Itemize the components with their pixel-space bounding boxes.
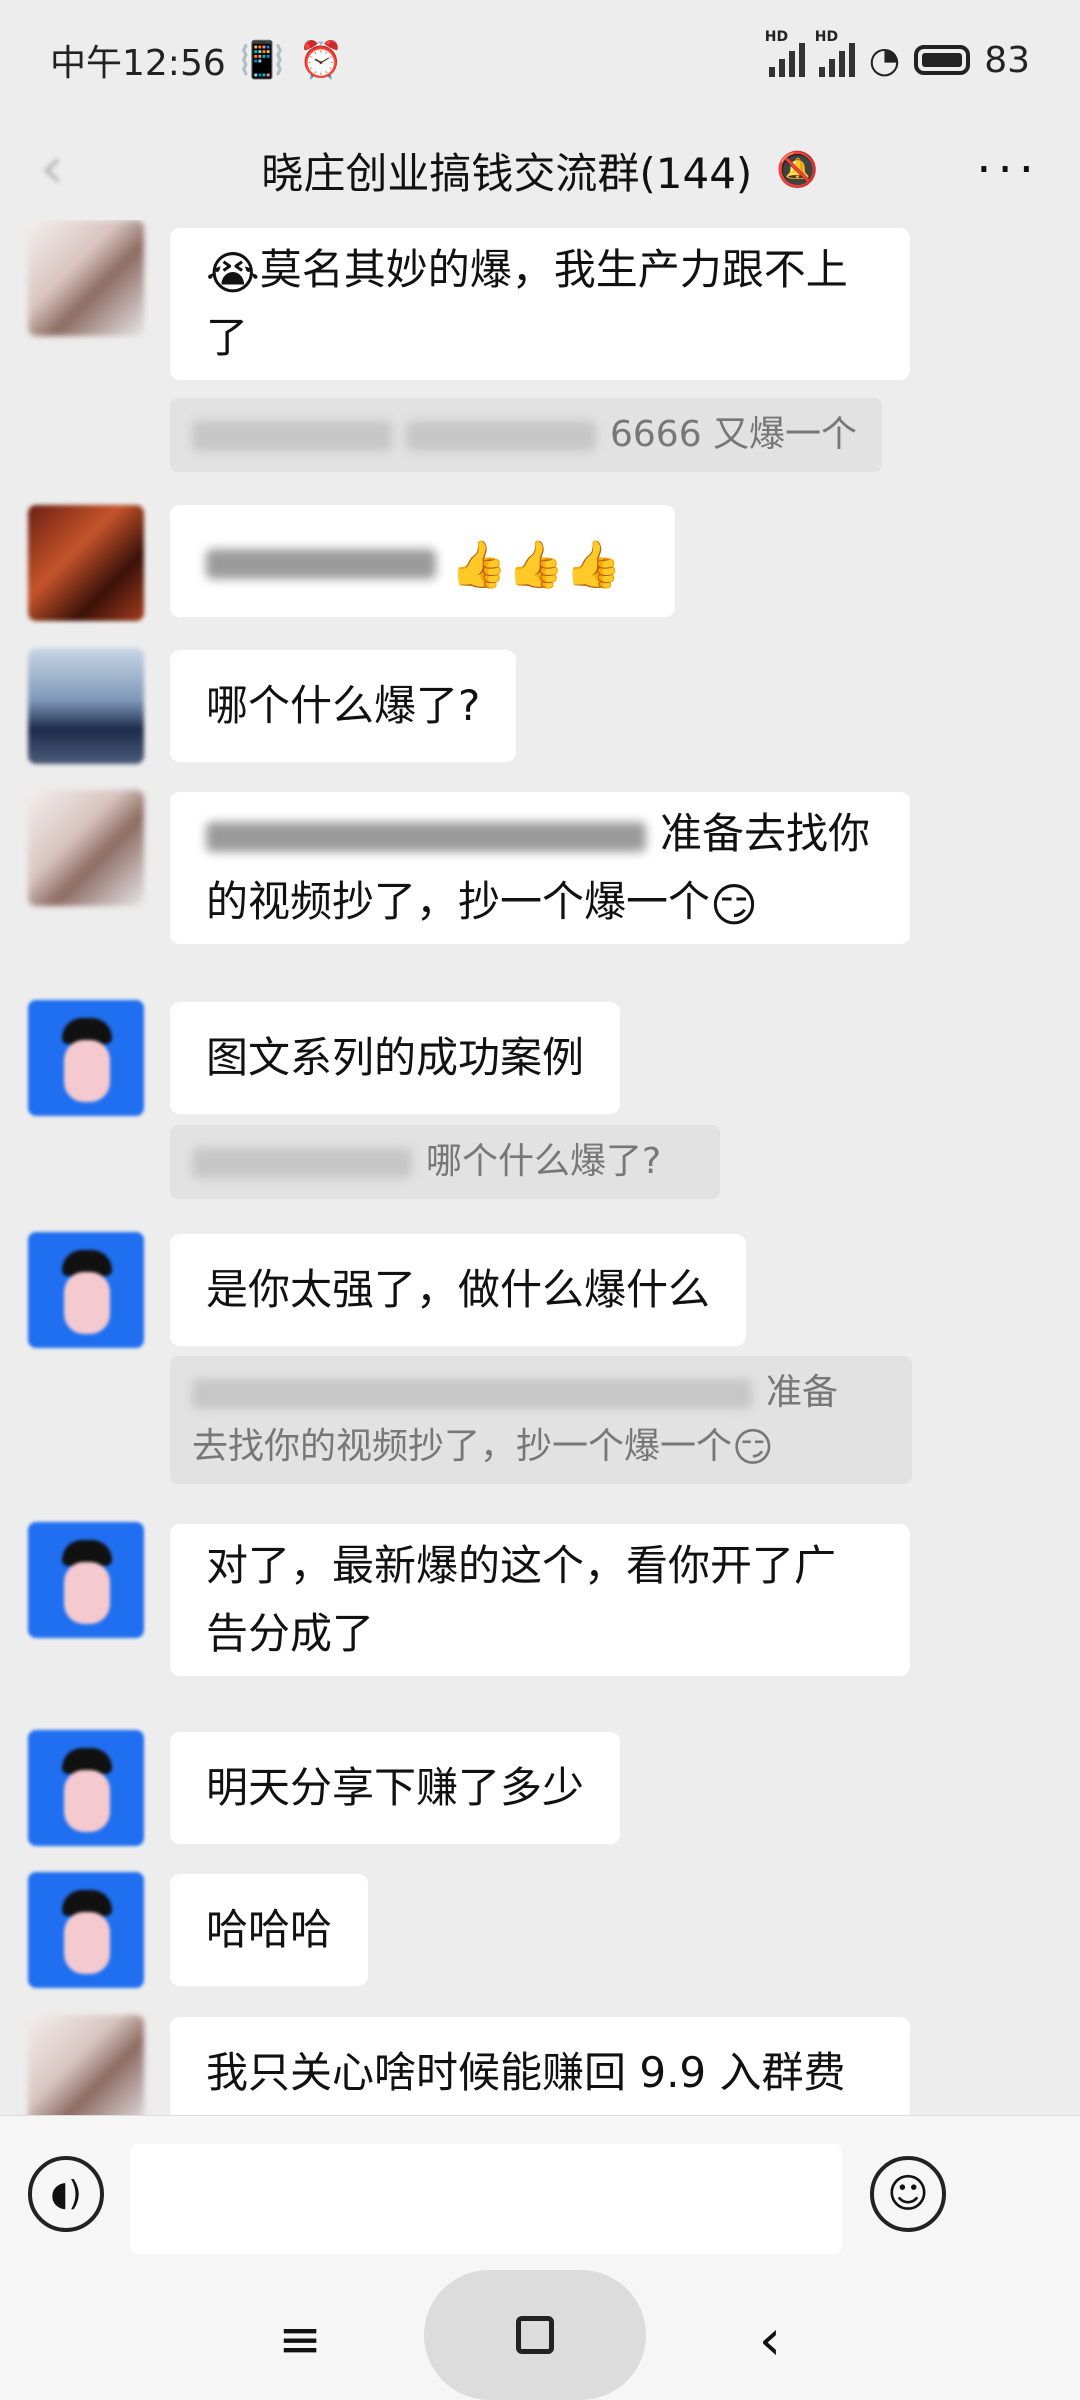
message-bubble[interactable]: 对了，最新爆的这个，看你开了广告分成了 bbox=[170, 1524, 910, 1676]
avatar[interactable] bbox=[28, 1232, 144, 1348]
message-text: 哪个什么爆了? bbox=[206, 681, 481, 730]
avatar[interactable] bbox=[28, 1872, 144, 1988]
signal-label-2: HD bbox=[814, 29, 839, 45]
voice-icon[interactable]: ◖) bbox=[28, 2156, 104, 2232]
message-text: 我只关心啥时候能赚回 9.9 入群费 bbox=[206, 2048, 846, 2097]
avatar[interactable] bbox=[28, 1730, 144, 1846]
alarm-icon: ⏰ bbox=[298, 40, 344, 81]
signal-icon: HD bbox=[765, 29, 805, 77]
message-text: 对了，最新爆的这个，看你开了广告分成了 bbox=[206, 1541, 837, 1658]
back-nav-icon[interactable]: ‹ bbox=[740, 2308, 800, 2373]
message-bubble[interactable]: 👍👍👍 bbox=[170, 505, 675, 617]
message-bubble[interactable]: 明天分享下赚了多少 bbox=[170, 1732, 621, 1844]
status-bar: 中午12:56 📳 ⏰ HD HD ◔ 83 bbox=[0, 0, 1080, 120]
battery-icon bbox=[914, 45, 971, 75]
quote-reply[interactable]: 6666 又爆一个 bbox=[170, 398, 882, 472]
blurred-name bbox=[192, 421, 392, 451]
quote-text: 准备 bbox=[766, 1372, 839, 1413]
message-bubble[interactable]: 图文系列的成功案例 bbox=[170, 1002, 621, 1114]
thumbs-up-icon: 👍👍👍 bbox=[450, 536, 622, 591]
message-bubble[interactable]: 哪个什么爆了? bbox=[170, 650, 517, 762]
more-icon[interactable]: ··· bbox=[976, 140, 1040, 200]
avatar[interactable] bbox=[28, 1522, 144, 1638]
signal-label: HD bbox=[764, 29, 789, 45]
chat-messages[interactable]: 😭莫名其妙的爆，我生产力跟不上了 6666 又爆一个 👍👍👍 哪个什么爆了? 准… bbox=[0, 220, 1080, 2115]
blurred-text bbox=[206, 548, 436, 579]
message-bubble[interactable]: 我只关心啥时候能赚回 9.9 入群费 bbox=[170, 2017, 910, 2115]
avatar[interactable] bbox=[28, 790, 144, 906]
vibrate-icon: 📳 bbox=[239, 40, 285, 81]
message-text: 准备去找你 bbox=[660, 809, 871, 858]
avatar[interactable] bbox=[28, 2015, 144, 2115]
quote-text: 6666 又爆一个 bbox=[610, 414, 858, 455]
menu-icon[interactable]: ≡ bbox=[262, 2310, 338, 2370]
status-time: 中午12:56 bbox=[50, 43, 226, 84]
message-text: 图文系列的成功案例 bbox=[206, 1033, 585, 1082]
bell-off-icon: 🔕 bbox=[776, 150, 819, 190]
home-button[interactable] bbox=[424, 2270, 646, 2400]
avatar[interactable] bbox=[28, 1000, 144, 1116]
message-input[interactable] bbox=[130, 2144, 842, 2254]
quote-reply[interactable]: 准备 去找你的视频抄了，抄一个爆一个😏 bbox=[170, 1356, 912, 1484]
quote-text: 哪个什么爆了? bbox=[426, 1141, 662, 1182]
smirk-emoji-icon: 😏 bbox=[710, 877, 758, 932]
message-text: 哈哈哈 bbox=[206, 1905, 333, 1954]
avatar[interactable] bbox=[28, 505, 144, 621]
wifi-icon: ◔ bbox=[868, 39, 901, 81]
blurred-name bbox=[192, 1148, 412, 1178]
signal-icon-2: HD bbox=[815, 29, 855, 77]
blurred-text bbox=[406, 421, 596, 451]
input-bar: ◖) ☺ bbox=[0, 2115, 1080, 2280]
system-nav-bar: ≡ ‹ bbox=[0, 2270, 1080, 2400]
message-bubble[interactable]: 准备去找你 的视频抄了，抄一个爆一个😏 bbox=[170, 792, 910, 944]
message-text: 是你太强了，做什么爆什么 bbox=[206, 1265, 711, 1314]
quote-reply[interactable]: 哪个什么爆了? bbox=[170, 1125, 720, 1199]
message-text: 的视频抄了，抄一个爆一个 bbox=[206, 877, 711, 926]
chat-title: 晓庄创业搞钱交流群(144) bbox=[261, 148, 753, 198]
quote-text: 去找你的视频抄了，抄一个爆一个 bbox=[192, 1426, 733, 1467]
battery-level: 83 bbox=[984, 39, 1030, 81]
back-icon[interactable]: ‹ bbox=[40, 138, 100, 198]
blurred-text bbox=[192, 1379, 752, 1409]
avatar[interactable] bbox=[28, 648, 144, 764]
avatar[interactable] bbox=[28, 220, 144, 336]
smirk-emoji-icon: 😏 bbox=[732, 1425, 774, 1471]
message-bubble[interactable]: 是你太强了，做什么爆什么 bbox=[170, 1234, 747, 1346]
crying-emoji-icon: 😭 bbox=[206, 245, 260, 300]
message-bubble[interactable]: 哈哈哈 bbox=[170, 1874, 369, 1986]
message-text: 莫名其妙的爆，我生产力跟不上了 bbox=[206, 245, 848, 362]
home-icon bbox=[516, 2316, 554, 2354]
chat-header: ‹ 晓庄创业搞钱交流群(144) 🔕 ··· bbox=[0, 120, 1080, 220]
blurred-text bbox=[206, 821, 646, 852]
message-bubble[interactable]: 😭莫名其妙的爆，我生产力跟不上了 bbox=[170, 228, 910, 380]
message-text: 明天分享下赚了多少 bbox=[206, 1763, 585, 1812]
emoji-icon[interactable]: ☺ bbox=[870, 2156, 946, 2232]
